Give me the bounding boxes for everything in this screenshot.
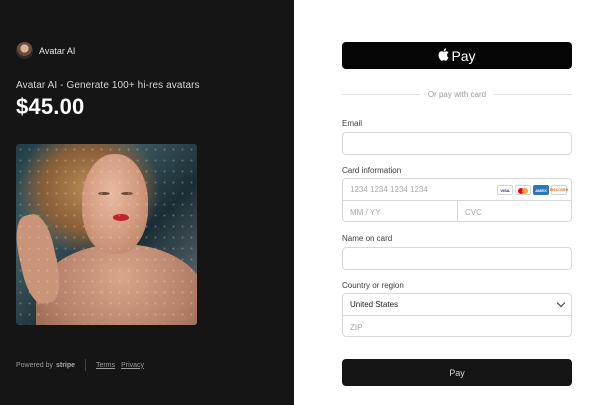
- name-on-card-field[interactable]: [342, 247, 572, 270]
- order-summary-panel: Avatar AI Avatar AI - Generate 100+ hi-r…: [0, 0, 294, 405]
- card-info-label: Card information: [342, 166, 402, 175]
- discover-icon: DISCOVER: [550, 185, 568, 195]
- card-expiry-cvc-row: MM / YY CVC: [343, 201, 571, 221]
- image-water-drops: [16, 144, 197, 325]
- divider-line: [342, 93, 420, 95]
- zip-input[interactable]: ZIP: [343, 316, 571, 336]
- visa-icon: VISA: [497, 185, 513, 195]
- country-select[interactable]: United States: [343, 294, 571, 316]
- card-brand-logos: VISA AMEX DISCOVER: [497, 185, 568, 195]
- card-cvc-input[interactable]: CVC: [457, 201, 571, 221]
- footer-divider: [85, 359, 87, 371]
- apple-pay-label: Pay: [451, 47, 476, 64]
- email-field[interactable]: [342, 132, 572, 155]
- card-number-placeholder: 1234 1234 1234 1234: [350, 185, 428, 194]
- apple-icon: [438, 47, 449, 64]
- merchant-avatar: [16, 42, 33, 59]
- country-selected-value: United States: [350, 300, 399, 309]
- card-info-group: 1234 1234 1234 1234 VISA AMEX DISCOVER M…: [342, 178, 572, 222]
- address-group: United States ZIP: [342, 293, 572, 337]
- card-number-input[interactable]: 1234 1234 1234 1234 VISA AMEX DISCOVER: [343, 179, 571, 201]
- card-expiry-input[interactable]: MM / YY: [343, 201, 457, 221]
- name-on-card-label: Name on card: [342, 234, 393, 243]
- merchant-brand[interactable]: Avatar AI: [16, 42, 75, 59]
- email-label: Email: [342, 119, 363, 128]
- country-label: Country or region: [342, 281, 404, 290]
- privacy-link[interactable]: Privacy: [121, 362, 144, 369]
- stripe-logo[interactable]: stripe: [56, 362, 75, 369]
- product-image: [16, 144, 197, 325]
- mastercard-icon: [515, 185, 531, 195]
- checkout-footer: Powered by stripe Terms Privacy: [16, 359, 150, 371]
- product-name: Avatar AI - Generate 100+ hi-res avatars: [16, 80, 200, 91]
- pay-button[interactable]: Pay: [342, 359, 572, 386]
- product-price: $45.00: [16, 94, 85, 119]
- chevron-down-icon: [556, 298, 566, 308]
- merchant-name: Avatar AI: [39, 45, 76, 56]
- terms-link[interactable]: Terms: [96, 362, 115, 369]
- divider-line: [494, 93, 572, 95]
- apple-pay-button[interactable]: Pay: [342, 42, 572, 69]
- divider-text: Or pay with card: [427, 89, 487, 99]
- payment-panel: Pay Or pay with card Email Card informat…: [294, 0, 600, 405]
- powered-by-text: Powered by: [16, 361, 53, 369]
- or-divider: Or pay with card: [342, 88, 572, 100]
- amex-icon: AMEX: [533, 185, 549, 195]
